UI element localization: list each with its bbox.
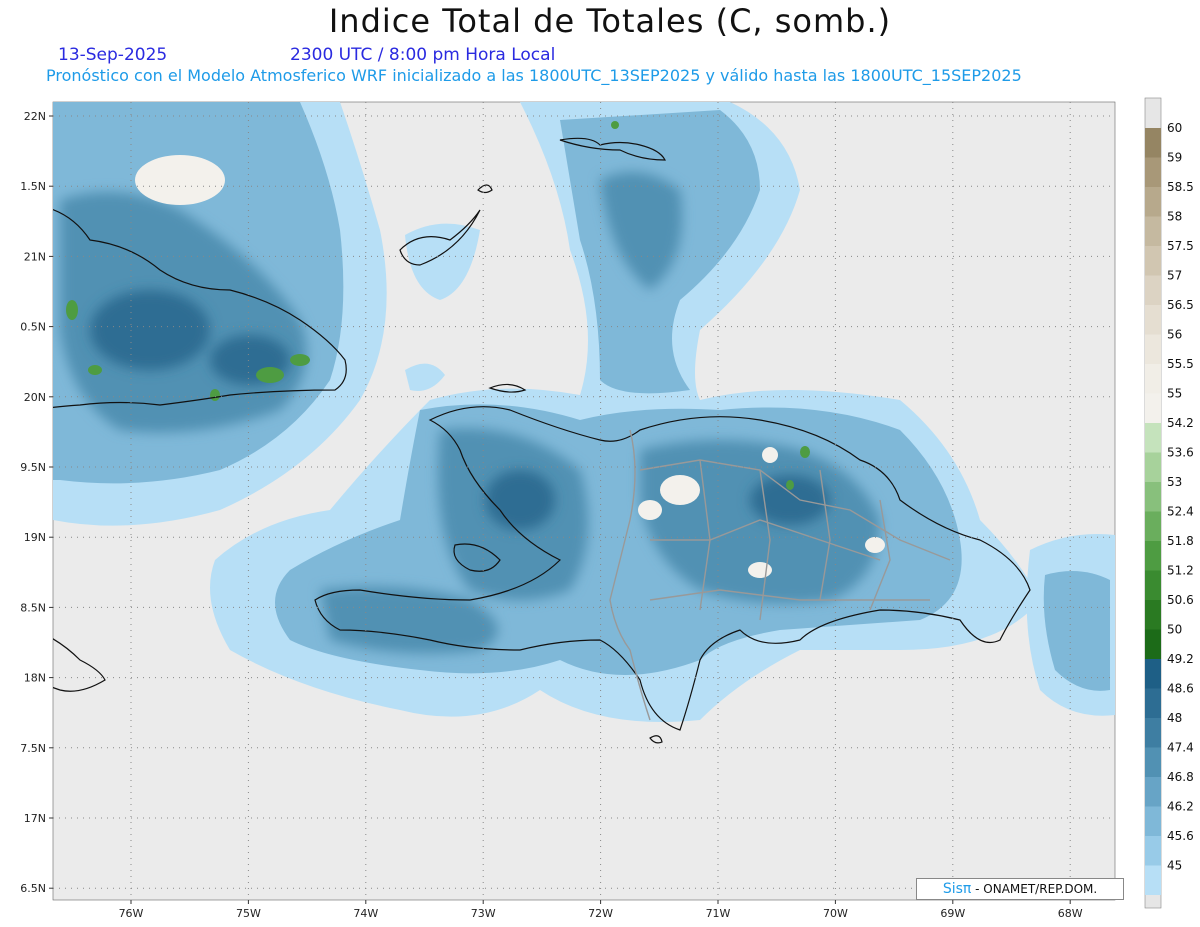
lon-label: 70W — [823, 907, 848, 920]
lat-label: 19N — [24, 531, 46, 544]
legend-swatch — [1145, 364, 1161, 394]
lat-label: 22N — [24, 110, 46, 123]
legend-label: 48 — [1167, 711, 1182, 725]
legend-swatch — [1145, 511, 1161, 541]
legend-label: 51.8 — [1167, 534, 1194, 548]
legend-label: 59 — [1167, 151, 1182, 165]
legend-label: 45 — [1167, 859, 1182, 873]
legend-label: 54.2 — [1167, 416, 1194, 430]
legend-label: 60 — [1167, 121, 1182, 135]
legend-swatch — [1145, 718, 1161, 748]
lon-label: 71W — [706, 907, 731, 920]
legend-swatch — [1145, 216, 1161, 246]
legend-label: 56 — [1167, 328, 1182, 342]
lat-label: 18N — [24, 672, 46, 685]
forecast-map: 22N 1.5N 21N 0.5N 20N 9.5N 19N 8.5N 18N 7.5N 17N 6.… — [20, 97, 1194, 920]
credit-brand: Sisπ — [942, 881, 972, 897]
legend-swatch — [1145, 570, 1161, 600]
lon-label: 72W — [588, 907, 613, 920]
legend-swatch — [1145, 688, 1161, 718]
lat-label: 8.5N — [20, 601, 46, 614]
lon-label: 69W — [940, 907, 965, 920]
lat-label: 17N — [24, 812, 46, 825]
legend-swatch — [1145, 806, 1161, 836]
legend-label: 58.5 — [1167, 180, 1194, 194]
legend-label: 50.6 — [1167, 593, 1194, 607]
legend-label: 51.2 — [1167, 564, 1194, 578]
legend-swatch — [1145, 393, 1161, 423]
legend-swatch — [1145, 128, 1161, 158]
legend-swatch — [1145, 275, 1161, 305]
legend-label: 57 — [1167, 269, 1182, 283]
legend-swatch — [1145, 865, 1161, 895]
legend-swatch — [1145, 541, 1161, 571]
legend-label: 46.2 — [1167, 800, 1194, 814]
legend-label: 52.4 — [1167, 505, 1194, 519]
lon-label: 68W — [1058, 907, 1083, 920]
legend-swatch — [1145, 423, 1161, 453]
legend-label: 53 — [1167, 475, 1182, 489]
legend-swatch — [1145, 600, 1161, 630]
legend-label: 45.6 — [1167, 829, 1194, 843]
legend-label: 57.5 — [1167, 239, 1194, 253]
credit-box: Sisπ - ONAMET/REP.DOM. — [916, 878, 1124, 900]
legend-label: 46.8 — [1167, 770, 1194, 784]
legend-swatch — [1145, 334, 1161, 364]
legend-swatch — [1145, 246, 1161, 276]
legend-label: 49.2 — [1167, 652, 1194, 666]
legend-swatch — [1145, 747, 1161, 777]
lat-label: 7.5N — [20, 742, 46, 755]
legend-swatch — [1145, 777, 1161, 807]
latitude-labels: 22N 1.5N 21N 0.5N 20N 9.5N 19N 8.5N 18N 7.5N 17N 6.… — [20, 110, 53, 895]
lon-label: 74W — [353, 907, 378, 920]
lat-label: 21N — [24, 250, 46, 263]
legend-label: 48.6 — [1167, 682, 1194, 696]
legend-swatch — [1145, 482, 1161, 512]
color-legend: 60 59 58.5 58 57.5 57 56.5 56 55.5 55 54.2 53.6 53 52… — [1144, 97, 1194, 909]
lat-label: 1.5N — [20, 180, 46, 193]
lat-label: 0.5N — [20, 321, 46, 334]
longitude-labels: 76W 75W 74W 73W 72W 71W 70W 69W 68W — [119, 900, 1083, 920]
lon-label: 76W — [119, 907, 144, 920]
lat-label: 6.5N — [20, 882, 46, 895]
lon-label: 75W — [236, 907, 261, 920]
legend-label: 47.4 — [1167, 741, 1194, 755]
legend-swatch — [1145, 629, 1161, 659]
legend-label: 55.5 — [1167, 357, 1194, 371]
lat-label: 20N — [24, 391, 46, 404]
legend-swatch — [1145, 305, 1161, 335]
legend-label: 53.6 — [1167, 446, 1194, 460]
lon-label: 73W — [471, 907, 496, 920]
legend-label: 56.5 — [1167, 298, 1194, 312]
legend-swatch — [1145, 187, 1161, 217]
legend-swatch — [1145, 836, 1161, 866]
legend-swatch — [1145, 659, 1161, 689]
legend-swatch — [1145, 452, 1161, 482]
lat-label: 9.5N — [20, 461, 46, 474]
legend-label: 58 — [1167, 210, 1182, 224]
credit-text: - ONAMET/REP.DOM. — [975, 882, 1098, 896]
legend-label: 55 — [1167, 387, 1182, 401]
legend-label: 50 — [1167, 623, 1182, 637]
legend-swatch — [1145, 157, 1161, 187]
